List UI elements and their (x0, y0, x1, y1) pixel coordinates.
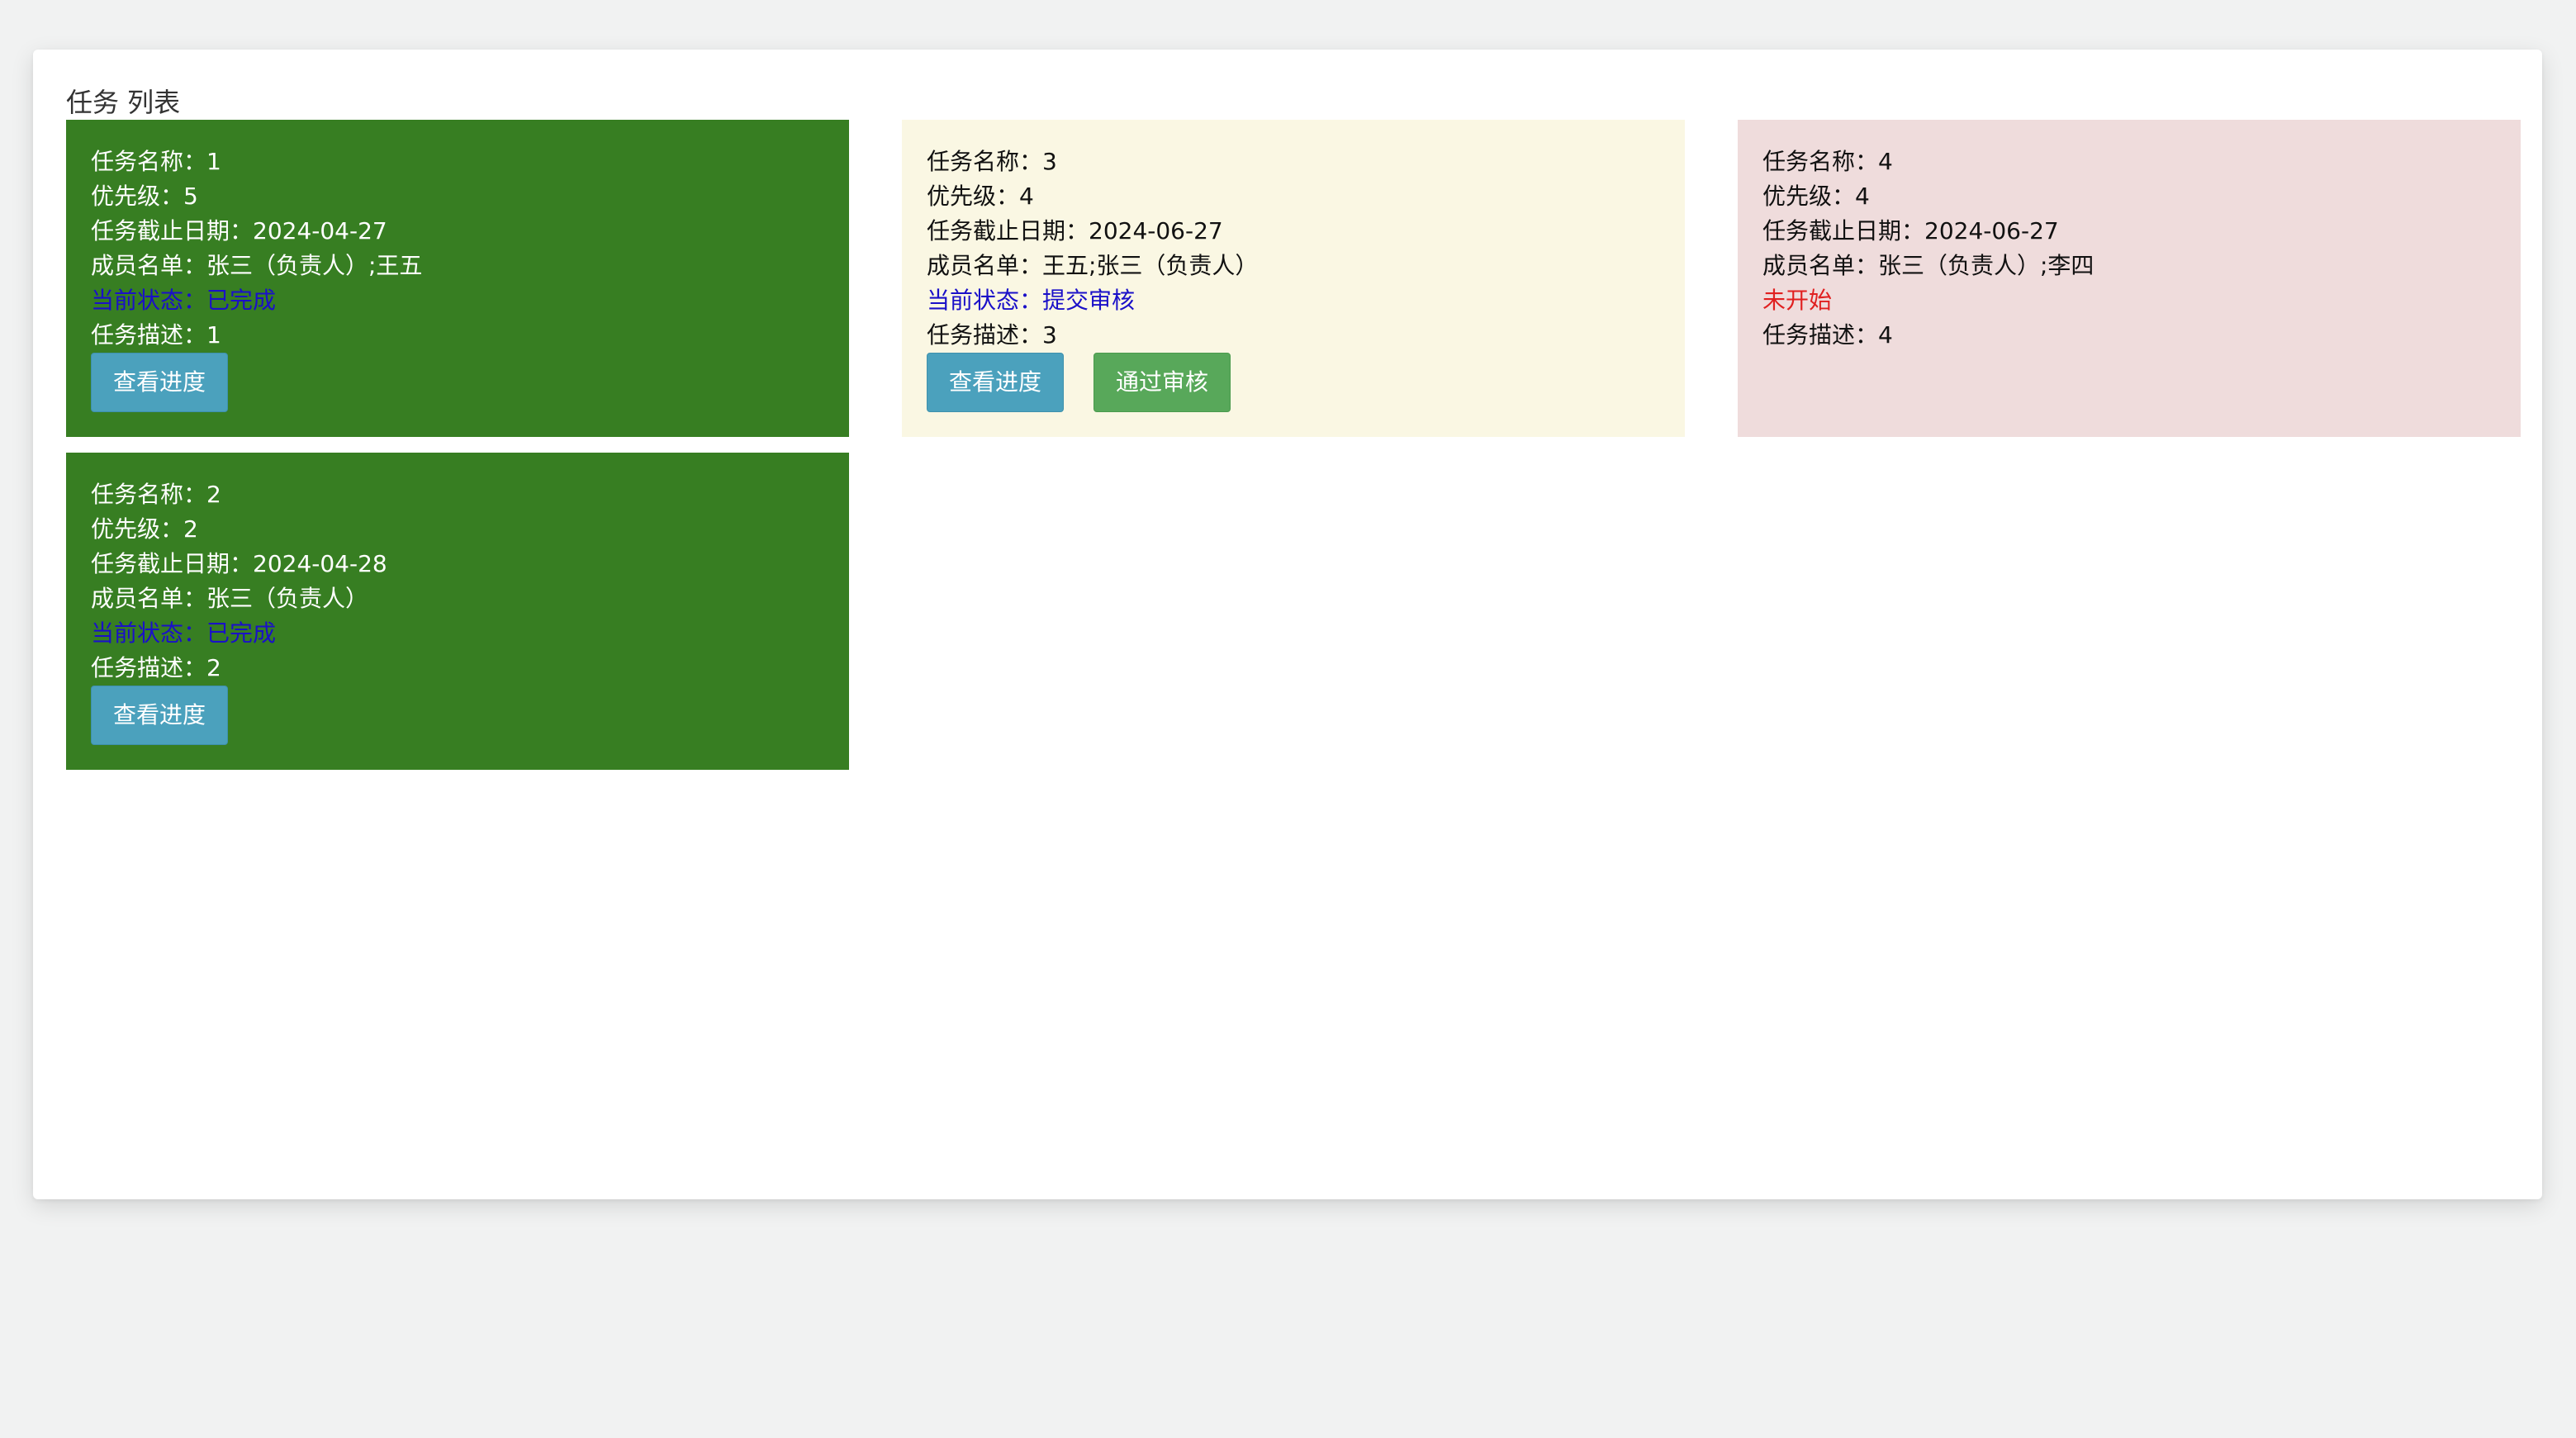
task-status: 当前状态：已完成 (91, 287, 277, 314)
task-priority: 优先级：5 (91, 183, 198, 210)
task-card-1: 任务名称：1 优先级：5 任务截止日期：2024-04-27 成员名单：张三（负… (66, 120, 849, 437)
task-priority: 优先级：4 (927, 183, 1034, 210)
page-title: 任务 列表 (66, 87, 181, 118)
task-description: 任务描述：4 (1762, 321, 1893, 349)
task-status: 当前状态：已完成 (91, 619, 277, 647)
task-members: 成员名单：王五;张三（负责人） (927, 252, 1259, 279)
task-priority: 优先级：4 (1762, 183, 1870, 210)
task-status: 当前状态：提交审核 (927, 287, 1136, 314)
approve-review-button[interactable]: 通过审核 (1093, 353, 1231, 412)
task-name: 任务名称：2 (91, 481, 221, 508)
view-progress-button[interactable]: 查看进度 (91, 353, 229, 412)
task-members: 成员名单：张三（负责人）;李四 (1762, 252, 2094, 279)
task-name: 任务名称：4 (1762, 148, 1893, 175)
task-status: 未开始 (1762, 287, 1833, 314)
task-description: 任务描述：3 (927, 321, 1057, 349)
task-card-3: 任务名称：3 优先级：4 任务截止日期：2024-06-27 成员名单：王五;张… (902, 120, 1685, 437)
task-description: 任务描述：2 (91, 654, 221, 681)
task-deadline: 任务截止日期：2024-06-27 (927, 217, 1223, 244)
task-members: 成员名单：张三（负责人）;王五 (91, 252, 423, 279)
task-members: 成员名单：张三（负责人） (91, 585, 369, 612)
task-card-2: 任务名称：2 优先级：2 任务截止日期：2024-04-28 成员名单：张三（负… (66, 453, 849, 770)
task-name: 任务名称：1 (91, 148, 221, 175)
task-deadline: 任务截止日期：2024-06-27 (1762, 217, 2059, 244)
task-card-4: 任务名称：4 优先级：4 任务截止日期：2024-06-27 成员名单：张三（负… (1738, 120, 2521, 437)
task-description: 任务描述：1 (91, 321, 221, 349)
task-deadline: 任务截止日期：2024-04-28 (91, 550, 387, 577)
task-list-panel: 任务 列表 任务名称：1 优先级：5 任务截止日期：2024-04-27 成员名… (33, 50, 2542, 1199)
task-priority: 优先级：2 (91, 515, 198, 543)
view-progress-button[interactable]: 查看进度 (927, 353, 1065, 412)
view-progress-button[interactable]: 查看进度 (91, 686, 229, 745)
task-name: 任务名称：3 (927, 148, 1057, 175)
task-deadline: 任务截止日期：2024-04-27 (91, 217, 387, 244)
